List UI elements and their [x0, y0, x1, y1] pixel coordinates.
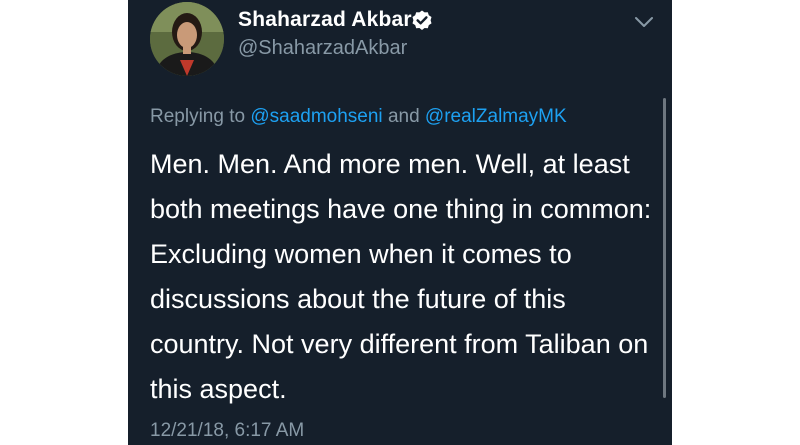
mention-link-realzalmaymk[interactable]: @realZalmayMK [425, 106, 567, 127]
user-handle[interactable]: @ShaharzadAkbar [238, 37, 407, 60]
replying-to-conjunction: and [387, 106, 420, 127]
tweet-card: Shaharzad Akbar @ShaharzadAkbar Replying… [128, 0, 672, 445]
profile-photo-icon [150, 2, 224, 76]
chevron-down-icon[interactable] [633, 14, 655, 30]
replying-to-label: Replying to [150, 106, 246, 127]
replying-to-line: Replying to @saadmohseni and @realZalmay… [150, 106, 567, 128]
mention-link-saadmohseni[interactable]: @saadmohseni [250, 106, 382, 127]
scrollbar[interactable] [663, 98, 666, 398]
avatar[interactable] [150, 2, 224, 76]
tweet-timestamp[interactable]: 12/21/18, 6:17 AM [150, 420, 304, 442]
page-frame: Shaharzad Akbar @ShaharzadAkbar Replying… [0, 0, 800, 445]
verified-badge-icon [412, 10, 432, 30]
display-name[interactable]: Shaharzad Akbar [238, 8, 412, 32]
tweet-text: Men. Men. And more men. Well, at least b… [150, 149, 652, 404]
